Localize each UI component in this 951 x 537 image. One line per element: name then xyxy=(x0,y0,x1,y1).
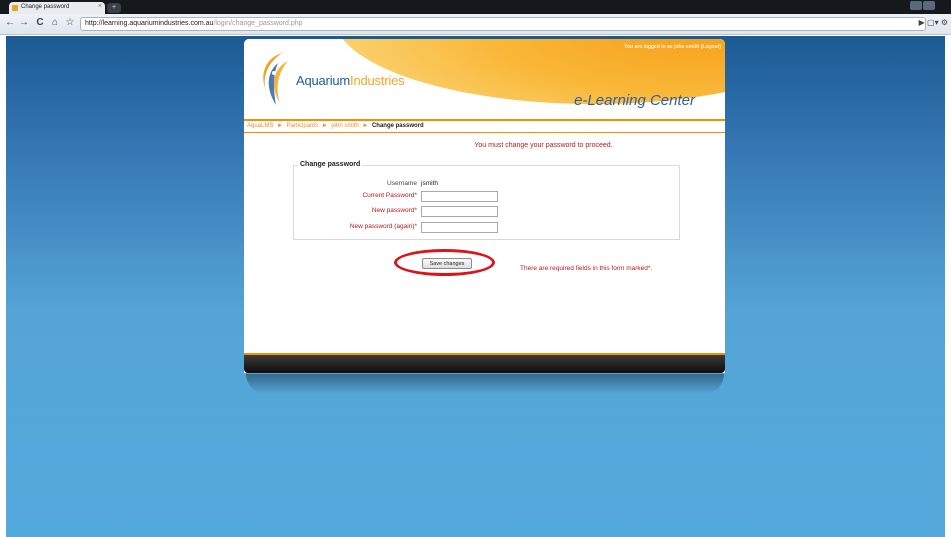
breadcrumb-separator-icon: ► xyxy=(321,123,328,129)
browser-titlebar: Change password × + xyxy=(0,0,951,28)
current-password-row: Current Password* xyxy=(294,191,681,202)
url-host: http://learning.aquariumindustries.com.a… xyxy=(85,20,214,27)
screen: Change password × + ← → C ⌂ ☆ http://lea… xyxy=(0,0,951,537)
breadcrumb-separator-icon: ► xyxy=(277,123,283,129)
content-card: You are logged in as john smith (Logout)… xyxy=(244,39,725,373)
home-icon[interactable]: ⌂ xyxy=(49,17,61,28)
favicon-icon xyxy=(12,5,18,11)
browser-toolbar: ← → C ⌂ ☆ http://learning.aquariumindust… xyxy=(0,14,951,35)
bookmark-star-icon[interactable]: ☆ xyxy=(64,17,76,28)
highlight-circle xyxy=(394,249,495,276)
breadcrumb-separator-icon: ► xyxy=(362,123,369,129)
site-footer xyxy=(244,355,725,373)
new-password-field[interactable] xyxy=(421,206,498,217)
new-password-row: New password* xyxy=(294,206,681,217)
current-password-field[interactable] xyxy=(421,191,498,202)
forward-icon[interactable]: → xyxy=(18,17,30,28)
new-password-again-label: New password (again)* xyxy=(349,223,417,230)
new-password-label: New password* xyxy=(371,207,417,214)
brand-name-part1: Aquarium xyxy=(296,73,351,88)
back-icon[interactable]: ← xyxy=(4,17,16,28)
brand-name: AquariumIndustries xyxy=(296,73,405,88)
new-password-again-row: New password (again)* xyxy=(294,222,681,233)
username-row: Username jsmith xyxy=(294,179,681,190)
password-change-notice: You must change your password to proceed… xyxy=(474,142,613,149)
breadcrumb-item-user[interactable]: john smith xyxy=(331,123,358,129)
current-password-label: Current Password* xyxy=(362,192,417,199)
tab-title: Change password xyxy=(21,4,70,10)
breadcrumb-current: Change password xyxy=(371,123,424,129)
address-bar[interactable]: http://learning.aquariumindustries.com.a… xyxy=(80,17,926,31)
window-controls xyxy=(909,1,949,28)
header-divider xyxy=(244,119,725,121)
url-path: /login/change_password.php xyxy=(213,20,303,27)
change-password-fieldset: Change password Username jsmith Current … xyxy=(293,161,681,240)
site-header: You are logged in as john smith (Logout)… xyxy=(244,39,725,119)
new-tab-button[interactable]: + xyxy=(107,3,121,13)
site-subtitle: e-Learning Center xyxy=(574,92,695,109)
browser-tab[interactable]: Change password × xyxy=(9,2,105,14)
browser-menu-icons[interactable]: ▶ ▢▾ ⚙ xyxy=(919,18,948,27)
logged-in-info[interactable]: You are logged in as john smith (Logout) xyxy=(624,44,721,50)
brand-name-part2: Industries xyxy=(350,73,405,88)
new-password-again-field[interactable] xyxy=(421,222,498,233)
breadcrumb-divider xyxy=(244,132,725,133)
minimize-button[interactable] xyxy=(910,1,922,10)
breadcrumb-item-aqualms[interactable]: AquaLMS xyxy=(247,123,273,129)
required-fields-note: There are required fields in this form m… xyxy=(520,265,653,272)
tab-close-icon[interactable]: × xyxy=(98,3,102,10)
breadcrumb-item-participants[interactable]: Participants xyxy=(287,123,318,129)
fish-logo-icon xyxy=(263,53,288,105)
fieldset-legend: Change password xyxy=(298,161,363,168)
reload-icon[interactable]: C xyxy=(34,17,46,28)
maximize-button[interactable] xyxy=(923,1,935,10)
username-value: jsmith xyxy=(421,180,438,187)
card-reflection xyxy=(246,374,724,394)
breadcrumb: AquaLMS ► Participants ► john smith ► Ch… xyxy=(247,123,424,129)
username-label: Username xyxy=(387,180,417,187)
page-viewport: You are logged in as john smith (Logout)… xyxy=(6,36,945,537)
